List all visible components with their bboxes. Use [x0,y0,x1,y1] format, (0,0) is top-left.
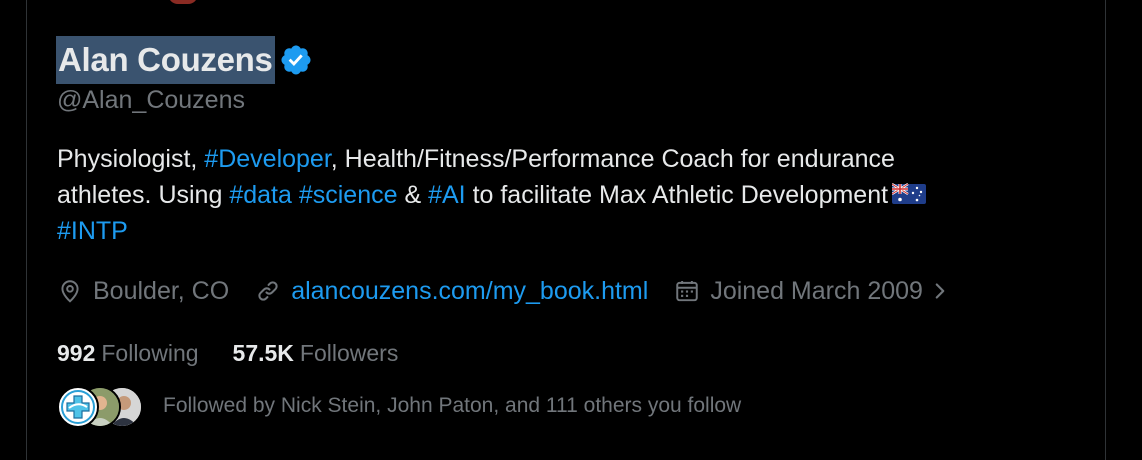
chevron-right-icon [935,283,945,299]
link-icon [258,281,278,301]
hashtag-ai[interactable]: #AI [428,181,466,209]
profile-bio: Physiologist, #Developer, Health/Fitness… [57,141,1067,249]
bio-text: & [397,181,429,209]
cross-logo-icon [61,390,95,424]
joined-text: Joined March 2009 [710,276,923,305]
bio-space [292,181,299,209]
followers-link[interactable]: 57.5K Followers [233,340,399,367]
bio-text: athletes. Using [57,181,230,209]
following-label: Following [101,339,199,366]
website-link[interactable]: alancouzens.com/my_book.html [291,277,648,306]
following-link[interactable]: 992 Following [57,340,199,367]
website-item: alancouzens.com/my_book.html [255,277,648,306]
followers-label: Followers [299,339,399,366]
verified-badge-icon[interactable] [279,43,313,77]
hashtag-science[interactable]: #science [299,181,398,209]
bio-line-1: Physiologist, #Developer, Health/Fitness… [57,141,1067,177]
hashtag-developer[interactable]: #Developer [204,145,330,173]
bio-text: to facilitate Max Athletic Development [465,181,889,209]
bio-text: Physiologist, [57,145,205,173]
hashtag-data[interactable]: #data [229,181,292,209]
bio-line-2: athletes. Using #data #science & #AI to … [57,177,1067,213]
avatar [57,386,99,428]
hashtag-intp[interactable]: #INTP [57,217,128,245]
followed-by-text: Followed by Nick Stein, John Paton, and … [163,394,742,417]
australia-flag-icon [892,182,927,204]
calendar-icon [676,281,699,302]
followers-count: 57.5K [232,339,294,366]
profile-meta: Boulder, CO alancouzens.com/my_book.html… [57,270,985,312]
follow-stats: 992 Following 57.5K Followers [57,335,432,371]
name-row: Alan Couzens [56,36,313,84]
followed-by-row[interactable]: Followed by Nick Stein, John Paton, and … [57,385,742,428]
bio-text: , Health/Fitness/Performance Coach for e… [330,145,895,173]
location-text: Boulder, CO [93,276,230,305]
bio-line-3: #INTP [57,213,1067,249]
following-count: 992 [57,339,96,366]
display-name: Alan Couzens [56,36,275,84]
location-item: Boulder, CO [57,277,229,306]
location-pin-icon [61,280,79,303]
followers-you-know-avatars [57,385,147,428]
profile-handle: @Alan_Couzens [57,86,245,114]
joined-item[interactable]: Joined March 2009 [674,277,959,306]
